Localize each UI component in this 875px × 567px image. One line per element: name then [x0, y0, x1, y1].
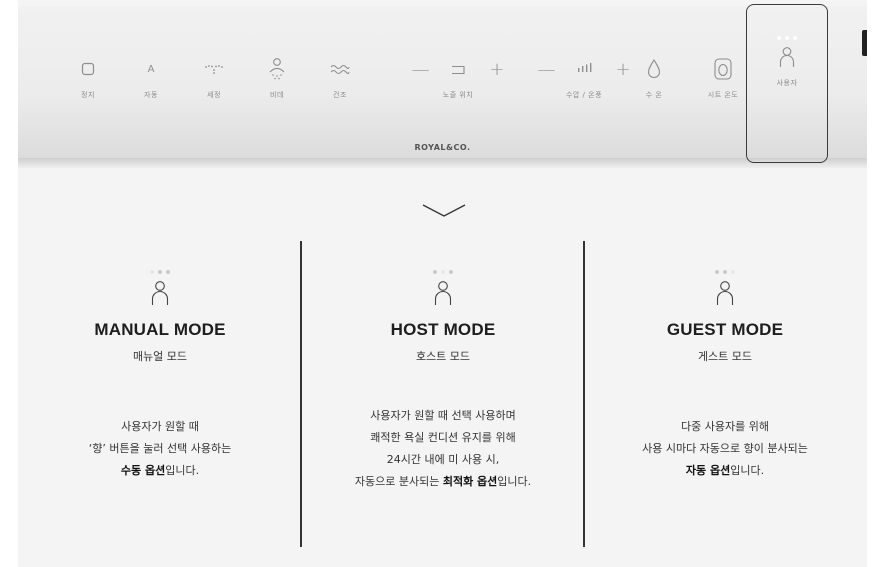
- indicator-dot: [723, 270, 727, 274]
- indicator-dot: [150, 270, 154, 274]
- mode-subtitle: 매뉴얼 모드: [132, 350, 188, 363]
- user-icon: [433, 280, 453, 306]
- mode-title: HOST MODE: [390, 320, 496, 339]
- description-line: 24시간 내에 미 사용 시,: [386, 453, 500, 466]
- dry-waves-icon: [330, 56, 350, 82]
- description-emphasis: 수동 옵션: [120, 464, 166, 477]
- description-emphasis: 자동 옵션: [685, 464, 731, 477]
- nozzle-label: 노즐 위치: [442, 91, 474, 99]
- mode-column-guest: GUEST MODE 게스트 모드 다중 사용자를 위해사용 시마다 자동으로 …: [590, 270, 860, 482]
- nozzle-plus-button[interactable]: +: [489, 59, 504, 80]
- page-stage: 정지 A 자동 세정 비데 건조 — + 노즐 위치 — + 수압 / 온풍 수…: [18, 0, 867, 567]
- indicator-dot: [158, 270, 162, 274]
- mode-column-manual: MANUAL MODE 매뉴얼 모드 사용자가 원할 때 ‘향’ 버튼을 눌러 선…: [25, 270, 295, 482]
- mode-title: GUEST MODE: [666, 320, 784, 339]
- pressure-label: 수압 / 온풍: [565, 91, 603, 99]
- description-line: 다중 사용자를 위해: [681, 420, 769, 433]
- pressure-level-icon: [577, 59, 593, 80]
- stop-button[interactable]: 정지: [53, 56, 123, 100]
- mode-description: 다중 사용자를 위해사용 시마다 자동으로 향이 분사되는자동 옵션입니다.: [590, 416, 860, 482]
- mode-description: 사용자가 원할 때 선택 사용하며쾌적한 욕실 컨디션 유지를 위해 24시간 내…: [308, 405, 578, 493]
- user-button-highlight: [746, 4, 828, 163]
- panel-edge: [862, 30, 867, 56]
- dry-button[interactable]: 건조: [305, 56, 375, 100]
- user-icon: [150, 280, 170, 306]
- column-divider: [300, 241, 302, 547]
- bidet-label: 비데: [270, 91, 284, 99]
- nozzle-position-control: — + 노즐 위치: [399, 56, 517, 100]
- description-line: 자동으로 분사되는 최적화 옵션입니다.: [354, 475, 532, 488]
- control-panel: 정지 A 자동 세정 비데 건조 — + 노즐 위치 — + 수압 / 온풍 수…: [18, 6, 867, 165]
- auto-button[interactable]: A 자동: [116, 56, 186, 100]
- description-line: 수동 옵션입니다.: [120, 464, 200, 477]
- indicator-dot: [731, 270, 735, 274]
- indicator-dot: [441, 270, 445, 274]
- mode-indicator-dots: [25, 270, 295, 274]
- seat-temp-label: 시트 온도: [707, 91, 739, 99]
- pressure-minus-button[interactable]: —: [537, 59, 555, 80]
- stop-icon: [81, 56, 95, 82]
- wash-spray-icon: [203, 56, 225, 82]
- description-line: 사용 시마다 자동으로 향이 분사되는: [642, 442, 808, 455]
- mode-column-host: HOST MODE 호스트 모드 사용자가 원할 때 선택 사용하며쾌적한 욕실…: [308, 270, 578, 493]
- water-temp-label: 수 온: [645, 91, 663, 99]
- nozzle-minus-button[interactable]: —: [411, 59, 429, 80]
- column-divider: [583, 241, 585, 547]
- description-line: 사용자가 원할 때: [121, 420, 199, 433]
- description-emphasis: 최적화 옵션: [442, 475, 498, 488]
- indicator-dot: [166, 270, 170, 274]
- mode-subtitle: 게스트 모드: [697, 350, 753, 363]
- brand-logo: ROYAL&CO.: [414, 143, 471, 152]
- mode-indicator-dots: [308, 270, 578, 274]
- description-line: 자동 옵션입니다.: [685, 464, 765, 477]
- mode-title: MANUAL MODE: [94, 320, 226, 339]
- mode-description: 사용자가 원할 때 ‘향’ 버튼을 눌러 선택 사용하는수동 옵션입니다.: [25, 416, 295, 482]
- auto-letter-icon: A: [147, 63, 155, 75]
- wash-button[interactable]: 세정: [179, 56, 249, 100]
- mode-subtitle: 호스트 모드: [415, 350, 471, 363]
- stop-label: 정지: [81, 91, 95, 99]
- mode-indicator-dots: [590, 270, 860, 274]
- description-line: 쾌적한 욕실 컨디션 유지를 위해: [370, 431, 516, 444]
- indicator-dot: [433, 270, 437, 274]
- bidet-button[interactable]: 비데: [242, 56, 312, 100]
- description-line: 사용자가 원할 때 선택 사용하며: [370, 409, 516, 422]
- nozzle-icon: [451, 59, 467, 80]
- seat-icon: [714, 56, 732, 82]
- chevron-down-icon: [421, 202, 467, 224]
- auto-label: 자동: [144, 91, 158, 99]
- user-icon: [715, 280, 735, 306]
- water-temp-button[interactable]: 수 온: [619, 56, 689, 100]
- dry-label: 건조: [333, 91, 347, 99]
- indicator-dot: [449, 270, 453, 274]
- indicator-dot: [715, 270, 719, 274]
- description-line: ‘향’ 버튼을 눌러 선택 사용하는: [88, 442, 232, 455]
- bidet-person-icon: [267, 56, 287, 82]
- water-drop-icon: [647, 56, 661, 82]
- panel-shadow: [18, 158, 867, 168]
- wash-label: 세정: [207, 91, 221, 99]
